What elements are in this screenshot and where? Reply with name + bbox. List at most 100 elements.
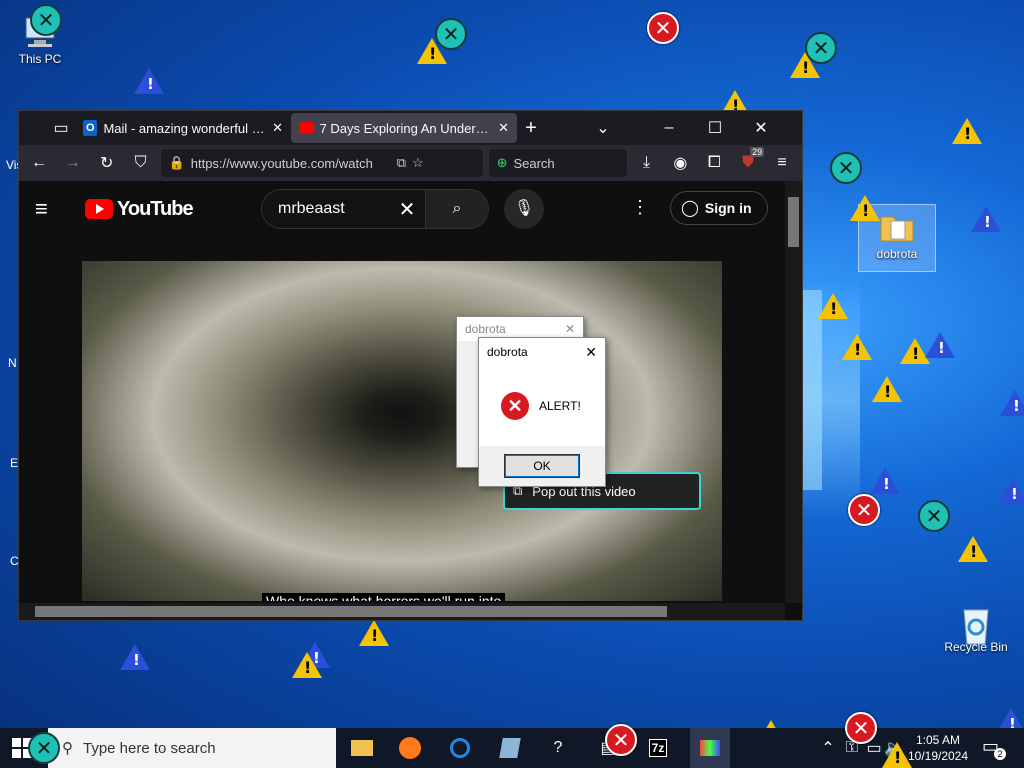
- notification-count: 2: [994, 748, 1006, 760]
- browser-app-icon[interactable]: [446, 734, 474, 762]
- shield-icon[interactable]: ⛉: [127, 149, 155, 177]
- download-icon[interactable]: ⤓: [633, 149, 661, 177]
- error-icon: ✕: [848, 494, 880, 526]
- tab-mail[interactable]: O Mail - amazing wonderful - Outl ✕: [75, 113, 291, 143]
- error-icon: ✕: [605, 724, 637, 756]
- tab-youtube[interactable]: 7 Days Exploring An Undergroun ✕: [291, 113, 517, 143]
- hamburger-icon[interactable]: ≡: [35, 196, 75, 222]
- info-icon: !: [870, 468, 900, 494]
- paint-app-icon[interactable]: [690, 728, 730, 768]
- sign-in-button[interactable]: ◯ Sign in: [670, 191, 768, 225]
- warning-icon: !: [359, 620, 389, 646]
- ublock-icon[interactable]: ⛊ 29: [734, 147, 765, 177]
- maximize-icon[interactable]: ☐: [701, 114, 729, 142]
- file-explorer-icon[interactable]: [348, 734, 376, 762]
- account-icon[interactable]: ◉: [666, 149, 694, 177]
- clear-search-icon[interactable]: ✕: [389, 197, 425, 222]
- close-circle-icon: ✕: [30, 4, 62, 36]
- more-options-icon[interactable]: ⋮: [631, 197, 649, 218]
- tab-close-icon[interactable]: ✕: [272, 120, 283, 136]
- close-icon[interactable]: ✕: [565, 322, 575, 336]
- youtube-search-box[interactable]: mrbeaast ✕ ⌕: [261, 189, 489, 229]
- browser-window: ▭ O Mail - amazing wonderful - Outl ✕ 7 …: [18, 110, 803, 621]
- search-label: Search: [513, 155, 555, 171]
- warning-icon: !: [952, 118, 982, 144]
- notification-center-icon[interactable]: ▭ 2: [982, 736, 1006, 760]
- desktop-icon-label: This PC: [18, 52, 62, 66]
- info-icon: !: [134, 68, 164, 94]
- close-circle-icon: ✕: [28, 732, 60, 764]
- info-icon: !: [971, 206, 1001, 232]
- lock-icon: 🔒: [168, 155, 185, 170]
- forward-icon[interactable]: →: [59, 149, 87, 177]
- desktop-icon-label: dobrota: [876, 247, 918, 261]
- scroll-thumb[interactable]: [35, 606, 667, 617]
- info-icon: !: [925, 332, 955, 358]
- close-window-icon[interactable]: ✕: [747, 114, 775, 142]
- tab-title: Mail - amazing wonderful - Outl: [103, 120, 267, 136]
- scroll-thumb[interactable]: [788, 197, 799, 247]
- warning-icon: !: [882, 742, 912, 768]
- dialog-title: dobrota: [465, 322, 506, 336]
- youtube-logo[interactable]: YouTube: [85, 198, 194, 221]
- warning-icon: !: [292, 652, 322, 678]
- warning-icon: !: [818, 293, 848, 319]
- close-circle-icon: ✕: [435, 18, 467, 50]
- folder-icon: [877, 209, 917, 245]
- vertical-scrollbar[interactable]: [785, 181, 802, 603]
- info-icon: !: [998, 478, 1024, 504]
- desktop-icon-recycle-bin[interactable]: Recycle Bin: [936, 602, 1016, 654]
- outlook-icon: O: [83, 120, 98, 136]
- extensions-icon[interactable]: ⧠: [700, 149, 728, 177]
- menu-icon[interactable]: ≡: [768, 149, 796, 177]
- info-icon: !: [120, 644, 150, 670]
- warning-icon: !: [872, 376, 902, 402]
- search-icon[interactable]: ⌕: [425, 190, 488, 228]
- info-icon: !: [1000, 390, 1024, 416]
- tab-overview-icon[interactable]: ▭: [47, 114, 75, 142]
- 7zip-icon[interactable]: 7z: [644, 734, 672, 762]
- url-text: https://www.youtube.com/watch: [190, 155, 373, 171]
- search-engine-icon: ⊕: [496, 155, 508, 170]
- tab-title: 7 Days Exploring An Undergroun: [319, 120, 493, 136]
- badge-count: 29: [750, 147, 765, 157]
- sign-in-label: Sign in: [704, 200, 752, 216]
- youtube-favicon: [299, 122, 314, 134]
- firefox-icon[interactable]: [396, 734, 424, 762]
- tab-bar: ▭ O Mail - amazing wonderful - Outl ✕ 7 …: [19, 111, 802, 145]
- help-icon[interactable]: ?: [544, 734, 572, 762]
- search-icon: ⚲: [62, 740, 73, 757]
- error-icon: ✕: [501, 392, 529, 420]
- recycle-bin-icon: [956, 602, 996, 645]
- close-icon[interactable]: ✕: [585, 344, 597, 361]
- desktop-icon-label: Recycle Bin: [944, 640, 1008, 654]
- tab-close-icon[interactable]: ✕: [498, 120, 509, 136]
- search-bar[interactable]: ⊕ Search: [488, 149, 627, 177]
- minimize-icon[interactable]: –: [655, 114, 683, 142]
- picture-in-picture-icon[interactable]: ⧉: [397, 155, 406, 171]
- youtube-header: ≡ YouTube mrbeaast ✕ ⌕ 🎙 ⋮ ◯ Sign in: [19, 181, 785, 237]
- app-label: 7z: [648, 739, 668, 757]
- clock[interactable]: 1:05 AM 10/19/2024: [906, 732, 970, 764]
- youtube-search-input[interactable]: mrbeaast: [262, 200, 389, 218]
- voice-search-icon[interactable]: 🎙: [504, 189, 544, 229]
- video-player[interactable]: Who knows what horrors we'll run into: [82, 261, 722, 601]
- nav-bar: ← → ↻ ⛉ 🔒 https://www.youtube.com/watch …: [19, 145, 802, 181]
- error-icon: ✕: [647, 12, 679, 44]
- bookmark-star-icon[interactable]: ☆: [412, 155, 424, 171]
- reload-icon[interactable]: ↻: [93, 149, 121, 177]
- new-tab-icon[interactable]: +: [517, 114, 545, 142]
- ok-button[interactable]: OK: [504, 454, 580, 478]
- tab-list-chevron-icon[interactable]: ⌄: [589, 114, 617, 142]
- clock-time: 1:05 AM: [915, 733, 961, 747]
- desktop-edge-label: E: [10, 456, 19, 470]
- app-icon[interactable]: [496, 734, 524, 762]
- close-circle-icon: ✕: [805, 32, 837, 64]
- warning-icon: !: [842, 334, 872, 360]
- back-icon[interactable]: ←: [25, 149, 53, 177]
- horizontal-scrollbar[interactable]: [19, 603, 785, 620]
- warning-icon: !: [958, 536, 988, 562]
- url-bar[interactable]: 🔒 https://www.youtube.com/watch ⧉ ☆: [160, 149, 483, 177]
- taskbar-search-box[interactable]: ⚲ Type here to search: [48, 728, 336, 768]
- youtube-logo-icon: [85, 199, 113, 219]
